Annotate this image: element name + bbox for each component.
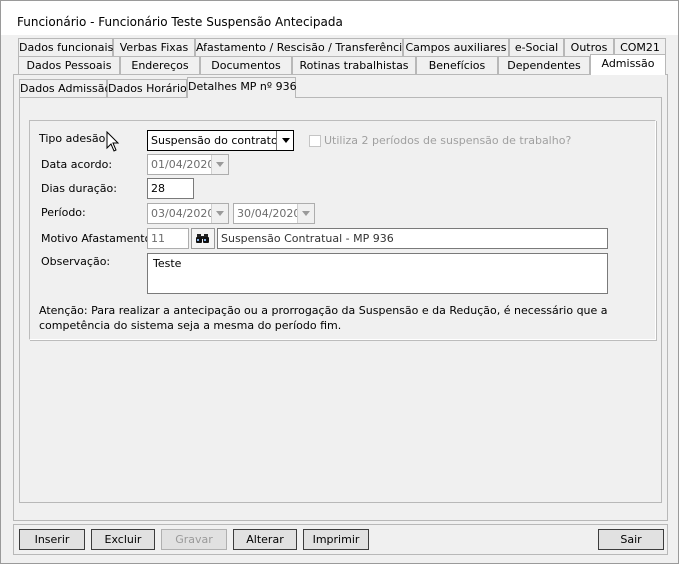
tab-label: Verbas Fixas [119, 41, 189, 54]
imprimir-button[interactable]: Imprimir [303, 529, 369, 550]
excluir-button[interactable]: Excluir [91, 529, 155, 550]
tab-documentos[interactable]: Documentos [200, 56, 292, 74]
date-dropdown-button[interactable] [297, 204, 314, 223]
tab-label: Outros [570, 41, 608, 54]
binoculars-icon [196, 234, 209, 243]
dias-duracao-value: 28 [151, 182, 165, 195]
tab-label: Rotinas trabalhistas [299, 59, 409, 72]
utiliza-2-periodos-label: Utiliza 2 períodos de suspensão de traba… [324, 134, 572, 147]
data-acordo-value: 01/04/2020 [151, 158, 215, 171]
chevron-down-icon [216, 162, 224, 167]
tab-label: Campos auxiliares [405, 41, 507, 54]
tab-label: Benefícios [428, 59, 486, 72]
tab-label: Dados Horário [108, 82, 187, 95]
tab-esocial[interactable]: e-Social [509, 38, 564, 56]
periodo-fim-value: 30/04/2020 [237, 207, 301, 220]
data-acordo-label: Data acordo: [41, 158, 113, 171]
date-dropdown-button[interactable] [211, 204, 228, 223]
tab-label: Documentos [211, 59, 281, 72]
periodo-fim-field[interactable]: 30/04/2020 [233, 203, 315, 224]
chevron-down-icon [302, 211, 310, 216]
tab-label: Dados funcionais [19, 41, 114, 54]
observacao-value: Teste [153, 257, 182, 270]
subtab-dados-horario[interactable]: Dados Horário [107, 79, 187, 97]
observacao-textarea[interactable]: Teste [147, 253, 608, 294]
tab-dependentes[interactable]: Dependentes [498, 56, 590, 74]
employee-window: Funcionário - Funcionário Teste Suspensã… [0, 0, 679, 564]
subtab-dados-admissao[interactable]: Dados Admissão [19, 79, 111, 97]
periodo-inicio-value: 03/04/2020 [151, 207, 215, 220]
tab-afastamento[interactable]: Afastamento / Rescisão / Transferência [195, 38, 409, 56]
tab-row-1: Dados funcionais Verbas Fixas Afastament… [1, 38, 678, 57]
atencao-message: Atenção: Para realizar a antecipação ou … [39, 304, 608, 332]
tipo-adesao-label: Tipo adesão: [39, 132, 110, 145]
tipo-adesao-value: Suspensão do contrato [151, 134, 278, 147]
inserir-button[interactable]: Inserir [19, 529, 85, 550]
tab-label: Dependentes [507, 59, 581, 72]
motivo-descricao-value: Suspensão Contratual - MP 936 [221, 232, 394, 245]
chevron-down-icon [216, 211, 224, 216]
tab-label: Endereços [131, 59, 189, 72]
tab-dados-funcionais[interactable]: Dados funcionais [18, 38, 113, 56]
tab-enderecos[interactable]: Endereços [120, 56, 200, 74]
sair-button[interactable]: Sair [598, 529, 664, 550]
mouse-pointer-icon [106, 131, 120, 152]
data-acordo-field[interactable]: 01/04/2020 [147, 154, 229, 175]
dias-duracao-field[interactable]: 28 [147, 178, 194, 199]
tab-label: Dados Admissão [20, 82, 112, 95]
tab-beneficios[interactable]: Benefícios [416, 56, 498, 74]
tab-campos-auxiliares[interactable]: Campos auxiliares [403, 38, 509, 56]
tab-label: Afastamento / Rescisão / Transferência [196, 41, 409, 54]
periodo-label: Período: [41, 206, 86, 219]
alterar-button[interactable]: Alterar [233, 529, 297, 550]
tab-dados-pessoais[interactable]: Dados Pessoais [18, 56, 120, 74]
chevron-down-icon [282, 138, 290, 143]
motivo-descricao-field[interactable]: Suspensão Contratual - MP 936 [217, 228, 608, 249]
tab-verbas-fixas[interactable]: Verbas Fixas [113, 38, 195, 56]
dias-duracao-label: Dias duração: [41, 182, 117, 195]
motivo-afastamento-label: Motivo Afastamento: [41, 232, 156, 245]
subtab-row: Dados Admissão Dados Horário Detalhes MP… [1, 77, 678, 98]
dropdown-button[interactable] [276, 131, 293, 150]
utiliza-2-periodos-checkbox[interactable] [309, 135, 321, 147]
tab-label: Dados Pessoais [26, 59, 112, 72]
motivo-codigo-field[interactable]: 11 [147, 228, 189, 249]
search-motivo-button[interactable] [191, 228, 215, 249]
tab-rotinas-trabalhistas[interactable]: Rotinas trabalhistas [292, 56, 416, 74]
gravar-button[interactable]: Gravar [161, 529, 227, 550]
periodo-inicio-field[interactable]: 03/04/2020 [147, 203, 229, 224]
tipo-adesao-select[interactable]: Suspensão do contrato [147, 130, 294, 151]
title-bar: Funcionário - Funcionário Teste Suspensã… [1, 1, 678, 35]
tab-admissao[interactable]: Admissão [590, 54, 666, 75]
tab-label: Detalhes MP nº 936 [188, 80, 297, 93]
tab-row-2: Dados Pessoais Endereços Documentos Roti… [1, 54, 678, 75]
tab-label: e-Social [514, 41, 559, 54]
subtab-detalhes-mp-936[interactable]: Detalhes MP nº 936 [187, 77, 297, 98]
tab-label: COM21 [620, 41, 660, 54]
date-dropdown-button[interactable] [211, 155, 228, 174]
tab-label: Admissão [601, 57, 655, 70]
observacao-label: Observação: [41, 255, 111, 268]
motivo-codigo-value: 11 [151, 232, 165, 245]
window-title: Funcionário - Funcionário Teste Suspensã… [17, 15, 343, 29]
